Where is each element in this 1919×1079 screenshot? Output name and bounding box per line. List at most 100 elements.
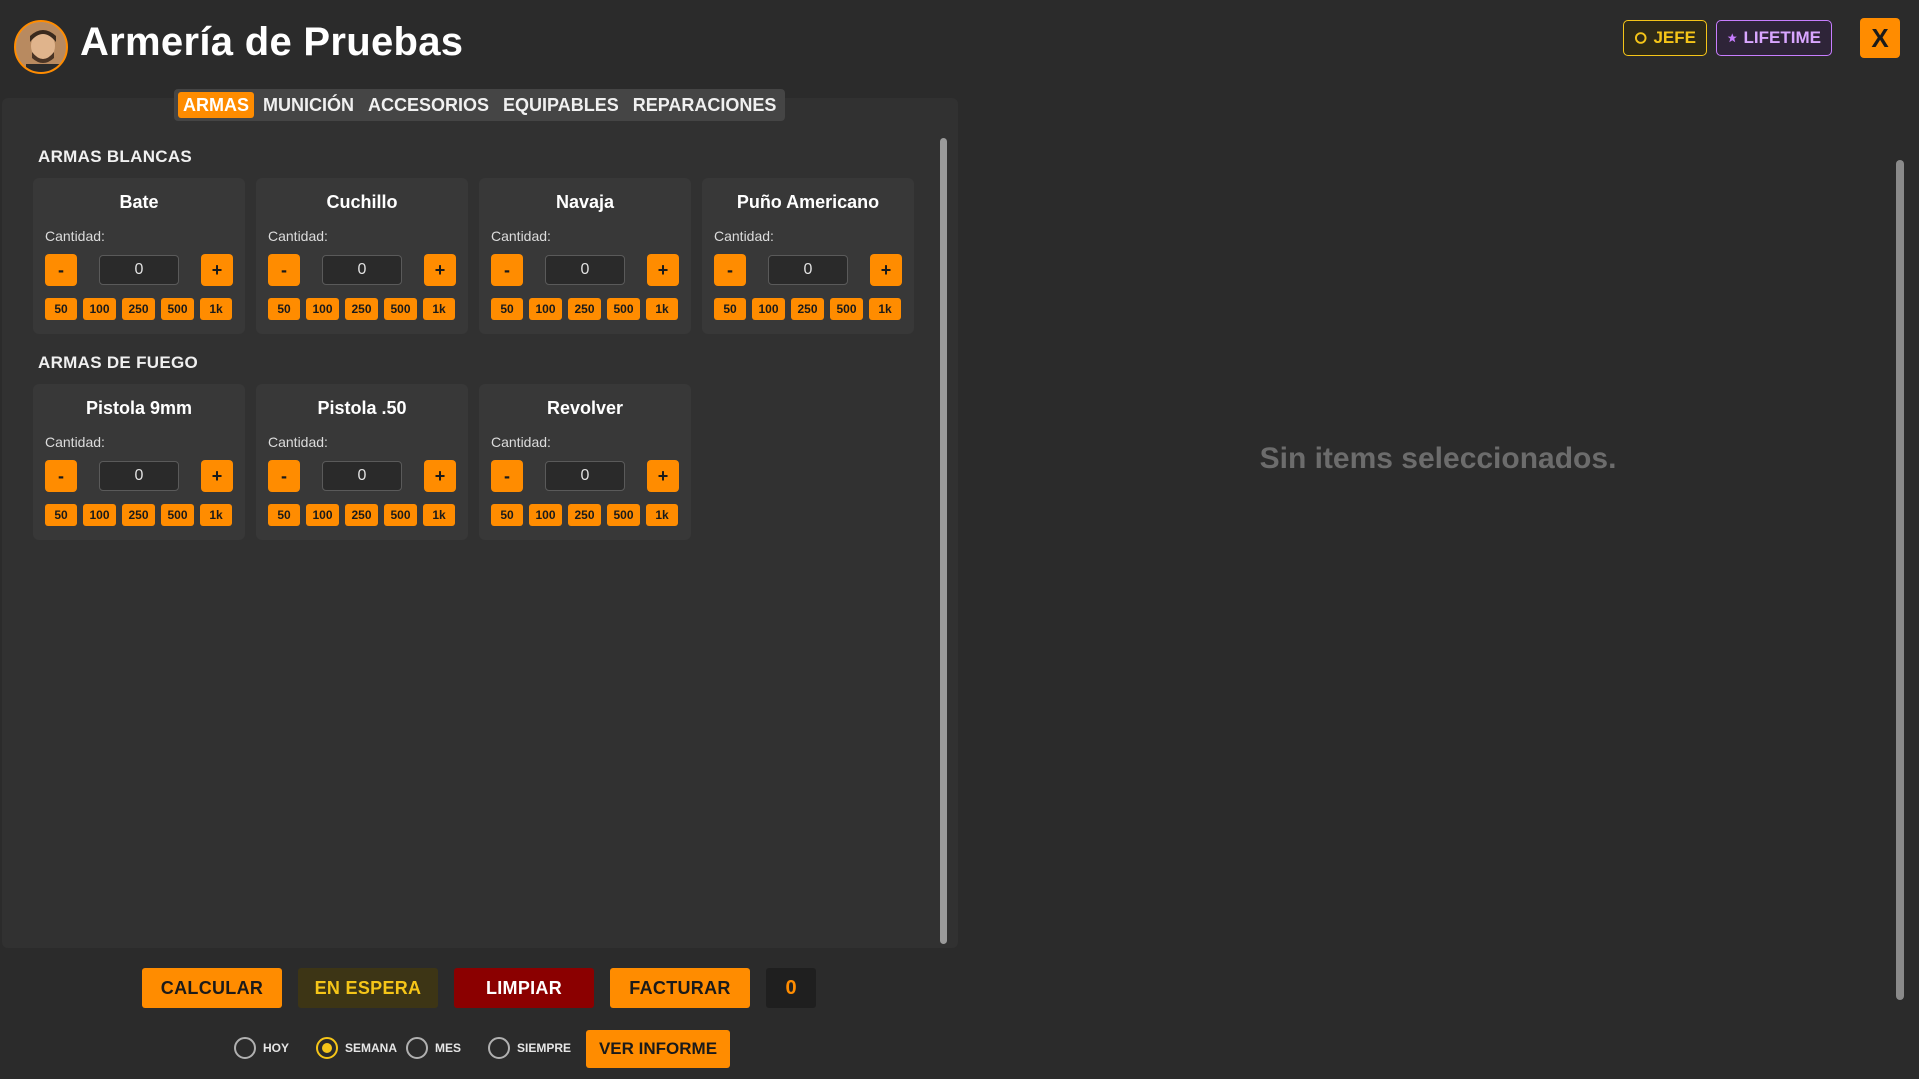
badge-lifetime-label: LIFETIME <box>1743 28 1821 47</box>
period-option-siempre[interactable]: SIEMPRE <box>488 1034 571 1062</box>
quick-1k-button[interactable]: 1k <box>423 298 455 320</box>
item-card-bate: Bate Cantidad: - + 50 100 250 500 1k <box>33 178 245 334</box>
increment-button[interactable]: + <box>647 254 679 286</box>
increment-button[interactable]: + <box>647 460 679 492</box>
quick-50-button[interactable]: 50 <box>268 298 300 320</box>
catalog-scrollbar[interactable] <box>940 138 947 944</box>
quick-50-button[interactable]: 50 <box>714 298 746 320</box>
quantity-input[interactable] <box>545 461 625 491</box>
quantity-label: Cantidad: <box>268 434 328 450</box>
period-option-mes[interactable]: MES <box>406 1034 461 1062</box>
star-icon <box>1727 33 1737 43</box>
quick-500-button[interactable]: 500 <box>607 298 640 320</box>
quick-1k-button[interactable]: 1k <box>869 298 901 320</box>
quick-100-button[interactable]: 100 <box>306 298 339 320</box>
decrement-button[interactable]: - <box>714 254 746 286</box>
quick-1k-button[interactable]: 1k <box>423 504 455 526</box>
radio-label: MES <box>435 1041 462 1055</box>
quick-1k-button[interactable]: 1k <box>200 298 232 320</box>
quantity-input[interactable] <box>322 461 402 491</box>
item-card-pistola-50: Pistola .50 Cantidad: - + 50 100 250 500… <box>256 384 468 540</box>
quick-500-button[interactable]: 500 <box>384 298 417 320</box>
item-card-navaja: Navaja Cantidad: - + 50 100 250 500 1k <box>479 178 691 334</box>
quantity-input[interactable] <box>99 461 179 491</box>
quantity-input[interactable] <box>545 255 625 285</box>
calcular-button[interactable]: CALCULAR <box>142 968 282 1008</box>
quick-100-button[interactable]: 100 <box>83 298 116 320</box>
quick-50-button[interactable]: 50 <box>491 504 523 526</box>
period-option-hoy[interactable]: HOY <box>234 1034 289 1062</box>
quick-100-button[interactable]: 100 <box>529 504 562 526</box>
item-name: Revolver <box>546 398 624 418</box>
period-option-semana[interactable]: SEMANA <box>316 1034 397 1062</box>
item-name: Cuchillo <box>326 192 398 212</box>
quick-1k-button[interactable]: 1k <box>646 504 678 526</box>
quick-500-button[interactable]: 500 <box>607 504 640 526</box>
quick-250-button[interactable]: 250 <box>345 298 378 320</box>
tab-equipables[interactable]: EQUIPABLES <box>498 92 624 118</box>
radio-mes[interactable] <box>406 1037 428 1059</box>
quick-amounts: 50 100 250 500 1k <box>268 504 455 526</box>
app-title: Armería de Pruebas <box>80 20 464 64</box>
facturar-button[interactable]: FACTURAR <box>610 968 750 1008</box>
quick-1k-button[interactable]: 1k <box>200 504 232 526</box>
radio-label: HOY <box>263 1041 290 1055</box>
quantity-label: Cantidad: <box>45 434 105 450</box>
quick-amounts: 50 100 250 500 1k <box>491 504 678 526</box>
quick-50-button[interactable]: 50 <box>45 504 77 526</box>
decrement-button[interactable]: - <box>45 254 77 286</box>
decrement-button[interactable]: - <box>268 460 300 492</box>
quick-250-button[interactable]: 250 <box>791 298 824 320</box>
decrement-button[interactable]: - <box>491 254 523 286</box>
category-tabs: ARMAS MUNICIÓN ACCESORIOS EQUIPABLES REP… <box>174 89 786 121</box>
increment-button[interactable]: + <box>870 254 902 286</box>
quick-250-button[interactable]: 250 <box>568 298 601 320</box>
quick-50-button[interactable]: 50 <box>45 298 77 320</box>
ver-informe-button[interactable]: VER INFORME <box>586 1030 730 1068</box>
increment-button[interactable]: + <box>201 460 233 492</box>
item-name: Pistola 9mm <box>85 398 193 418</box>
quantity-label: Cantidad: <box>268 228 328 244</box>
quick-100-button[interactable]: 100 <box>83 504 116 526</box>
quick-100-button[interactable]: 100 <box>306 504 339 526</box>
tab-municion[interactable]: MUNICIÓN <box>258 92 359 118</box>
item-card-cuchillo: Cuchillo Cantidad: - + 50 100 250 500 1k <box>256 178 468 334</box>
quick-1k-button[interactable]: 1k <box>646 298 678 320</box>
quantity-input[interactable] <box>99 255 179 285</box>
quick-250-button[interactable]: 250 <box>122 504 155 526</box>
increment-button[interactable]: + <box>424 254 456 286</box>
quick-100-button[interactable]: 100 <box>529 298 562 320</box>
decrement-button[interactable]: - <box>45 460 77 492</box>
quick-amounts: 50 100 250 500 1k <box>268 298 455 320</box>
quick-250-button[interactable]: 250 <box>122 298 155 320</box>
increment-button[interactable]: + <box>424 460 456 492</box>
limpiar-button[interactable]: LIMPIAR <box>454 968 594 1008</box>
decrement-button[interactable]: - <box>268 254 300 286</box>
tab-reparaciones[interactable]: REPARACIONES <box>628 92 782 118</box>
quantity-input[interactable] <box>768 255 848 285</box>
selection-scrollbar[interactable] <box>1896 160 1904 1000</box>
tab-accesorios[interactable]: ACCESORIOS <box>363 92 494 118</box>
header: Armería de Pruebas JEFE LIFETIME X <box>0 0 1919 88</box>
quick-500-button[interactable]: 500 <box>830 298 863 320</box>
selection-panel <box>958 98 1919 1079</box>
quick-50-button[interactable]: 50 <box>268 504 300 526</box>
quick-500-button[interactable]: 500 <box>384 504 417 526</box>
en-espera-button[interactable]: EN ESPERA <box>298 968 438 1008</box>
quick-500-button[interactable]: 500 <box>161 298 194 320</box>
increment-button[interactable]: + <box>201 254 233 286</box>
radio-hoy[interactable] <box>234 1037 256 1059</box>
role-badge-jefe: JEFE <box>1623 20 1707 56</box>
decrement-button[interactable]: - <box>491 460 523 492</box>
quick-500-button[interactable]: 500 <box>161 504 194 526</box>
close-button[interactable]: X <box>1860 18 1900 58</box>
quick-250-button[interactable]: 250 <box>568 504 601 526</box>
quantity-input[interactable] <box>322 255 402 285</box>
quick-50-button[interactable]: 50 <box>491 298 523 320</box>
radio-semana[interactable] <box>316 1037 338 1059</box>
avatar-portrait-icon <box>16 22 66 72</box>
quick-100-button[interactable]: 100 <box>752 298 785 320</box>
radio-siempre[interactable] <box>488 1037 510 1059</box>
tab-armas[interactable]: ARMAS <box>178 92 254 118</box>
quick-250-button[interactable]: 250 <box>345 504 378 526</box>
